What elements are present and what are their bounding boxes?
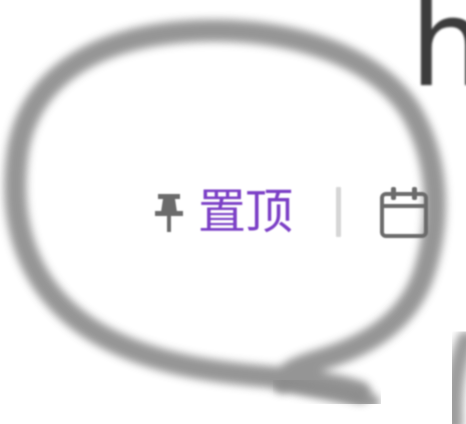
post-meta-row: 置顶	[150, 183, 431, 241]
pinned-label: 置顶	[198, 184, 293, 240]
calendar-icon	[377, 184, 431, 240]
pin-icon	[150, 189, 188, 235]
meta-divider	[336, 187, 342, 237]
post-title-fragment: h	[410, 0, 466, 114]
screenshot-viewport: h 置顶	[0, 0, 466, 424]
